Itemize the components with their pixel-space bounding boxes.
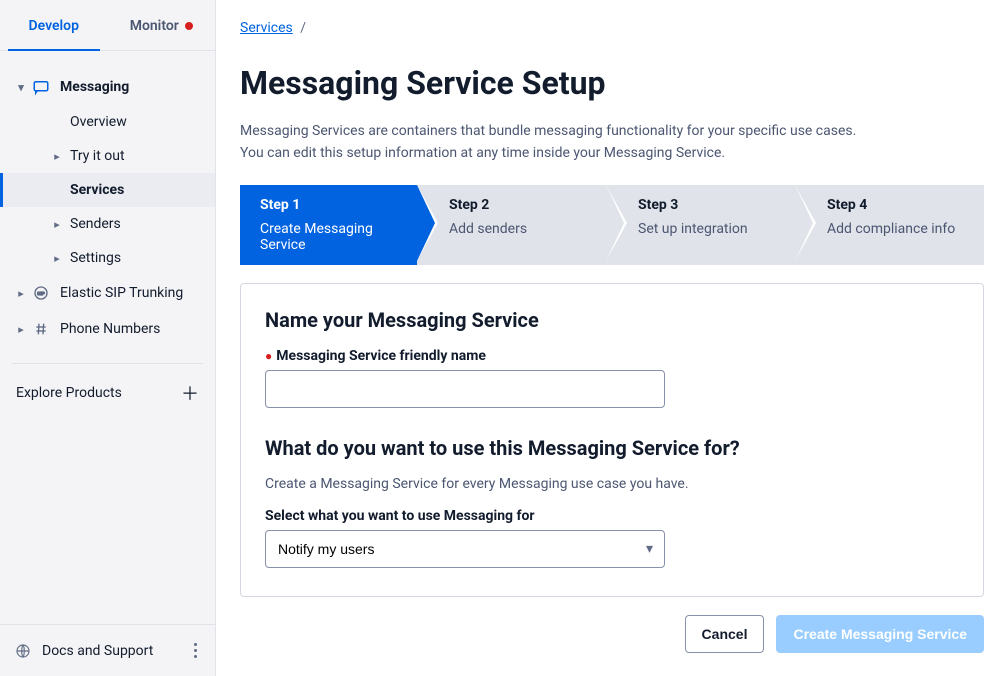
sidebar-item-label: Messaging [60, 79, 129, 95]
sidebar-item-label: Try it out [70, 148, 125, 164]
chevron-right-icon: ▸ [14, 287, 28, 300]
action-bar: Cancel Create Messaging Service [240, 615, 984, 653]
page-description: Messaging Services are containers that b… [240, 120, 984, 165]
step-3[interactable]: Step 3 Set up integration [606, 185, 795, 265]
sidebar-item-label: Docs and Support [42, 643, 153, 659]
step-label: Step 4 [827, 197, 972, 213]
sidebar-tabs: Develop Monitor [0, 0, 215, 51]
globe-icon [14, 642, 32, 660]
sidebar-item-phone-numbers[interactable]: ▸ Phone Numbers [0, 311, 215, 347]
messaging-icon [32, 78, 50, 96]
sidebar-item-senders[interactable]: ▸ Senders [0, 207, 215, 241]
name-service-heading: Name your Messaging Service [265, 308, 959, 332]
divider [12, 363, 203, 364]
sidebar-item-settings[interactable]: ▸ Settings [0, 241, 215, 275]
sidebar-nav: ▾ Messaging Overview ▸ Try it out Servic… [0, 51, 215, 624]
sidebar-item-label: Services [70, 182, 124, 198]
page-desc-line: Messaging Services are containers that b… [240, 123, 856, 139]
main-content: Services / Messaging Service Setup Messa… [216, 0, 1008, 676]
docs-and-support[interactable]: Docs and Support [14, 642, 153, 660]
chevron-right-icon: ▸ [50, 252, 64, 265]
step-4[interactable]: Step 4 Add compliance info [795, 185, 984, 265]
chevron-down-icon: ▾ [14, 81, 28, 94]
purpose-label: Select what you want to use Messaging fo… [265, 508, 959, 524]
plus-icon: ＋ [181, 380, 199, 406]
setup-card: Name your Messaging Service ● Messaging … [240, 283, 984, 597]
step-label: Step 1 [260, 197, 405, 213]
sidebar-item-label: Phone Numbers [60, 321, 160, 337]
sidebar-item-try-it-out[interactable]: ▸ Try it out [0, 139, 215, 173]
step-desc: Add senders [449, 221, 594, 237]
purpose-helper: Create a Messaging Service for every Mes… [265, 476, 959, 492]
kebab-menu-icon[interactable] [190, 639, 201, 662]
sidebar-explore-products[interactable]: Explore Products ＋ [0, 380, 215, 406]
setup-stepper: Step 1 Create Messaging Service Step 2 A… [240, 185, 984, 265]
step-1[interactable]: Step 1 Create Messaging Service [240, 185, 417, 265]
sidebar-item-label: Senders [70, 216, 121, 232]
field-label-text: Messaging Service friendly name [276, 348, 486, 364]
breadcrumb-separator: / [300, 20, 306, 36]
sidebar-item-label: Overview [70, 114, 127, 130]
breadcrumb: Services / [240, 20, 984, 36]
sidebar-footer: Docs and Support [0, 624, 215, 676]
chevron-right-icon: ▸ [50, 150, 64, 163]
sidebar: Develop Monitor ▾ Messaging Overview ▸ T… [0, 0, 216, 676]
tab-monitor-label: Monitor [130, 18, 179, 34]
svg-text:SIP: SIP [37, 291, 45, 296]
sidebar-item-messaging[interactable]: ▾ Messaging [0, 69, 215, 105]
step-desc: Create Messaging Service [260, 221, 405, 253]
cancel-button[interactable]: Cancel [685, 615, 765, 653]
required-indicator: ● [265, 349, 272, 363]
hash-icon [32, 320, 50, 338]
sidebar-item-sip-trunking[interactable]: ▸ SIP Elastic SIP Trunking [0, 275, 215, 311]
tab-develop[interactable]: Develop [0, 0, 108, 50]
sidebar-item-label: Settings [70, 250, 121, 266]
chevron-right-icon: ▸ [50, 218, 64, 231]
create-messaging-service-button[interactable]: Create Messaging Service [776, 615, 984, 653]
step-2[interactable]: Step 2 Add senders [417, 185, 606, 265]
purpose-heading: What do you want to use this Messaging S… [265, 436, 959, 460]
field-label-text: Select what you want to use Messaging fo… [265, 508, 535, 524]
chevron-right-icon: ▸ [14, 323, 28, 336]
page-title: Messaging Service Setup [240, 64, 984, 102]
step-label: Step 3 [638, 197, 783, 213]
sidebar-item-label: Elastic SIP Trunking [60, 284, 183, 302]
sidebar-item-services[interactable]: Services [0, 173, 215, 207]
friendly-name-label: ● Messaging Service friendly name [265, 348, 959, 364]
friendly-name-input[interactable] [265, 370, 665, 408]
tab-monitor[interactable]: Monitor [108, 0, 216, 50]
step-desc: Set up integration [638, 221, 783, 237]
sidebar-item-label: Explore Products [16, 385, 122, 401]
page-desc-line: You can edit this setup information at a… [240, 145, 725, 161]
breadcrumb-services[interactable]: Services [240, 20, 293, 36]
purpose-select[interactable]: Notify my users [265, 530, 665, 568]
sidebar-item-overview[interactable]: Overview [0, 105, 215, 139]
notification-dot-icon [185, 22, 193, 30]
step-label: Step 2 [449, 197, 594, 213]
step-desc: Add compliance info [827, 221, 972, 237]
sip-icon: SIP [32, 284, 50, 302]
